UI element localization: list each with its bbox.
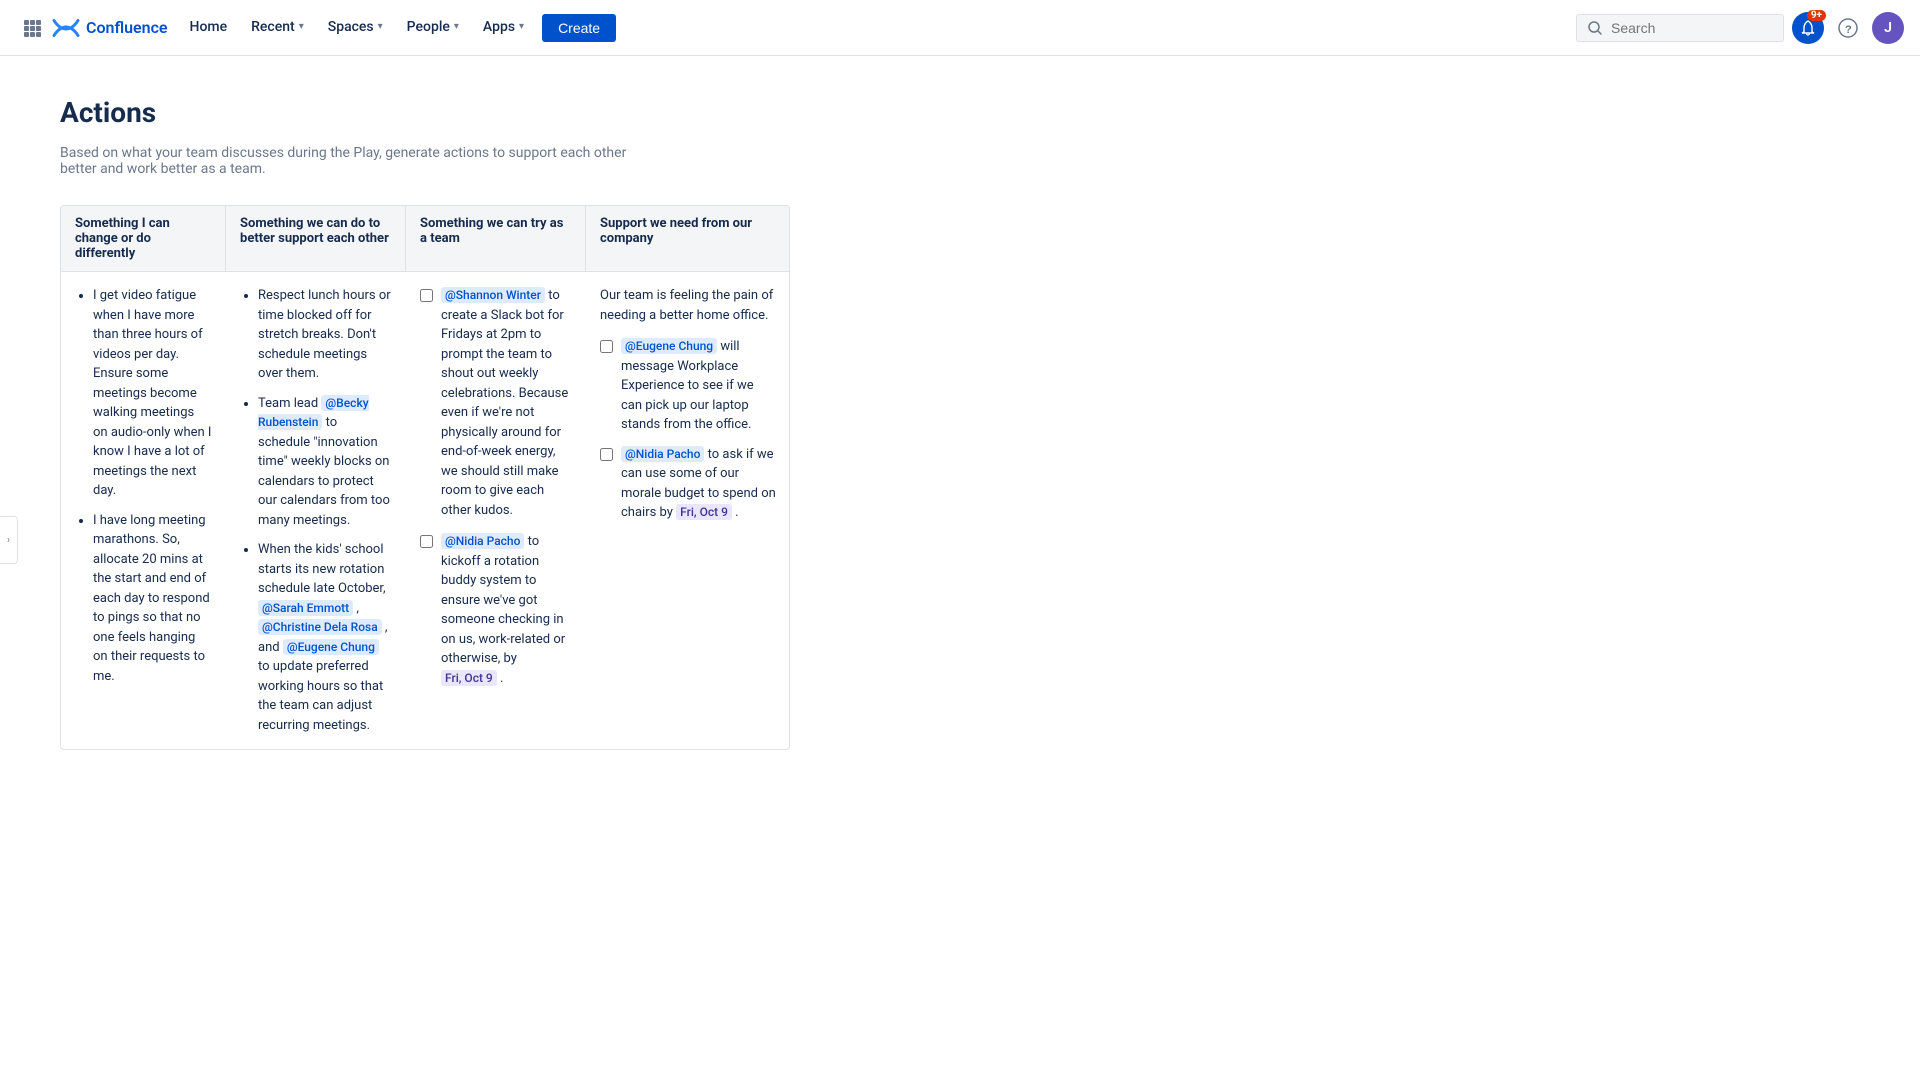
confluence-logo[interactable]: Confluence [52,14,168,42]
search-icon [1587,20,1603,36]
nav-recent[interactable]: Recent ▾ [241,0,314,56]
mention-christine[interactable]: @Christine Dela Rosa [258,619,382,635]
nav-left: Confluence Home Recent ▾ Spaces ▾ People… [16,0,616,56]
mention-nidia-col4[interactable]: @Nidia Pacho [621,446,704,462]
col2-item-2: Team lead @Becky Rubenstein to schedule … [258,394,392,531]
main-content: Actions Based on what your team discusse… [0,56,1920,1080]
help-icon: ? [1838,18,1858,38]
col1-item-2: I have long meeting marathons. So, alloc… [93,511,212,687]
col1-list: I get video fatigue when I have more tha… [75,286,212,686]
table-header-col2: Something we can do to better support ea… [226,206,406,271]
svg-text:?: ? [1845,24,1852,36]
col4-checkbox-2[interactable] [600,448,613,461]
user-avatar[interactable]: J [1872,12,1904,44]
date-tag-col3: Fri, Oct 9 [441,670,497,686]
top-navigation: Confluence Home Recent ▾ Spaces ▾ People… [0,0,1920,56]
mention-eugene-col2[interactable]: @Eugene Chung [283,639,379,655]
table-header-col3: Something we can try as a team [406,206,586,271]
table-header-row: Something I can change or do differently… [61,206,789,271]
search-input[interactable] [1611,20,1773,36]
col2-item-1: Respect lunch hours or time blocked off … [258,286,392,384]
recent-chevron-icon: ▾ [299,21,304,32]
col4-checkbox-1[interactable] [600,340,613,353]
col2-item-3: When the kids' school starts its new rot… [258,540,392,735]
col2-list: Respect lunch hours or time blocked off … [240,286,392,735]
nav-spaces[interactable]: Spaces ▾ [318,0,393,56]
col4-item-1: @Eugene Chung will message Workplace Exp… [600,337,777,435]
col3-item-2: @Nidia Pacho to kickoff a rotation buddy… [420,532,572,688]
table-header-col1: Something I can change or do differently [61,206,226,271]
search-box[interactable] [1576,14,1784,42]
sidebar-toggle-button[interactable]: › [0,516,18,564]
date-tag-col4: Fri, Oct 9 [676,504,732,520]
col3-checkbox-2[interactable] [420,535,433,548]
page-title: Actions [60,96,1860,129]
mention-sarah[interactable]: @Sarah Emmott [258,600,353,616]
notification-button[interactable]: 9+ [1792,12,1824,44]
mention-eugene-col4[interactable]: @Eugene Chung [621,338,717,354]
table-header-col4: Support we need from our company [586,206,790,271]
mention-shannon[interactable]: @Shannon Winter [441,287,545,303]
table-cell-col1: I get video fatigue when I have more tha… [61,271,226,749]
table-cell-col3: @Shannon Winter to create a Slack bot fo… [406,271,586,749]
actions-table: Something I can change or do differently… [60,205,790,750]
table-cell-col2: Respect lunch hours or time blocked off … [226,271,406,749]
nav-home[interactable]: Home [180,0,238,56]
col3-item-1: @Shannon Winter to create a Slack bot fo… [420,286,572,520]
nav-right: 9+ ? J [1576,12,1904,44]
sidebar-expand-icon: › [7,535,10,546]
notification-badge: 9+ [1807,10,1826,21]
logo-text: Confluence [86,18,168,37]
people-chevron-icon: ▾ [454,21,459,32]
bell-icon [1799,19,1817,37]
col1-item-1: I get video fatigue when I have more tha… [93,286,212,501]
mention-nidia-col3[interactable]: @Nidia Pacho [441,533,524,549]
table-body-row: I get video fatigue when I have more tha… [61,271,789,749]
page-description: Based on what your team discusses during… [60,145,660,177]
apps-chevron-icon: ▾ [519,21,524,32]
create-button[interactable]: Create [542,14,616,42]
nav-people[interactable]: People ▾ [397,0,469,56]
help-button[interactable]: ? [1832,12,1864,44]
apps-grid-button[interactable] [16,12,48,44]
col3-checkbox-1[interactable] [420,289,433,302]
col4-intro-text: Our team is feeling the pain of needing … [600,286,777,325]
table-cell-col4: Our team is feeling the pain of needing … [586,271,790,749]
mention-becky[interactable]: @Becky Rubenstein [258,395,369,431]
nav-apps[interactable]: Apps ▾ [473,0,534,56]
spaces-chevron-icon: ▾ [378,21,383,32]
col4-item-2: @Nidia Pacho to ask if we can use some o… [600,445,777,523]
